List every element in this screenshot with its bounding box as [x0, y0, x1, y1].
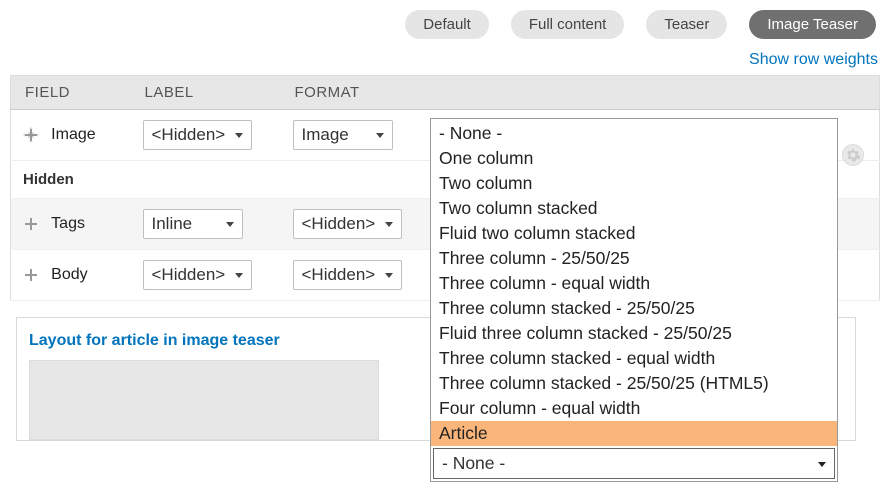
- layout-option-none[interactable]: - None -: [431, 121, 837, 146]
- field-name: Image: [51, 126, 95, 143]
- layout-option-three-column-stacked-equal[interactable]: Three column stacked - equal width: [431, 346, 837, 371]
- drag-handle-icon[interactable]: [23, 216, 39, 232]
- show-row-weights-wrapper: Show row weights: [0, 39, 890, 75]
- tab-full-content[interactable]: Full content: [511, 10, 625, 39]
- layout-preview: [29, 360, 379, 440]
- layout-option-fluid-three-column-stacked[interactable]: Fluid three column stacked - 25/50/25: [431, 321, 837, 346]
- layout-select[interactable]: - None -: [433, 448, 835, 479]
- drag-handle-icon[interactable]: [23, 127, 39, 143]
- format-select-image[interactable]: Image: [293, 120, 393, 150]
- tab-image-teaser[interactable]: Image Teaser: [749, 10, 876, 39]
- layout-option-four-column-equal[interactable]: Four column - equal width: [431, 396, 837, 421]
- field-name: Body: [51, 266, 87, 283]
- view-mode-tabs: Default Full content Teaser Image Teaser: [0, 0, 890, 39]
- layout-option-three-column-stacked-html5[interactable]: Three column stacked - 25/50/25 (HTML5): [431, 371, 837, 396]
- layout-option-fluid-two-column-stacked[interactable]: Fluid two column stacked: [431, 221, 837, 246]
- format-select-body[interactable]: <Hidden>: [293, 260, 403, 290]
- show-row-weights-link[interactable]: Show row weights: [749, 51, 878, 68]
- gear-icon[interactable]: [842, 144, 864, 166]
- format-select-tags[interactable]: <Hidden>: [293, 209, 403, 239]
- layout-option-two-column[interactable]: Two column: [431, 171, 837, 196]
- layout-option-three-column-stacked-255025[interactable]: Three column stacked - 25/50/25: [431, 296, 837, 321]
- layout-option-three-column-equal[interactable]: Three column - equal width: [431, 271, 837, 296]
- field-name: Tags: [51, 215, 85, 232]
- label-select-tags[interactable]: Inline: [143, 209, 243, 239]
- drag-handle-icon[interactable]: [23, 267, 39, 283]
- layout-option-one-column[interactable]: One column: [431, 146, 837, 171]
- layout-option-article[interactable]: Article: [431, 421, 837, 446]
- layout-option-two-column-stacked[interactable]: Two column stacked: [431, 196, 837, 221]
- layout-option-three-column-255025[interactable]: Three column - 25/50/25: [431, 246, 837, 271]
- col-header-label: LABEL: [131, 76, 281, 110]
- col-header-field: FIELD: [11, 76, 131, 110]
- layout-listbox[interactable]: - None - One column Two column Two colum…: [430, 118, 838, 482]
- tab-default[interactable]: Default: [405, 10, 489, 39]
- label-select-image[interactable]: <Hidden>: [143, 120, 253, 150]
- tab-teaser[interactable]: Teaser: [646, 10, 727, 39]
- label-select-body[interactable]: <Hidden>: [143, 260, 253, 290]
- col-header-format: FORMAT: [281, 76, 880, 110]
- layout-select-value: - None -: [434, 449, 834, 478]
